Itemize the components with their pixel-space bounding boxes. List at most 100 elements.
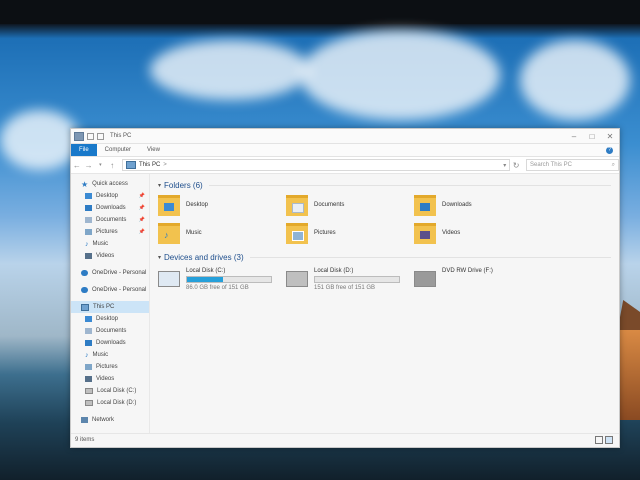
recent-chevron-icon[interactable]: ▾ — [94, 162, 106, 168]
nav-label: OneDrive - Personal — [92, 287, 147, 293]
nav-pc-local-disk-c[interactable]: Local Disk (C:) — [71, 385, 149, 397]
section-title: Folders (6) — [164, 180, 203, 190]
tab-view[interactable]: View — [139, 144, 168, 156]
nav-qa-music[interactable]: ♪ Music — [71, 238, 149, 250]
folder-icon — [286, 194, 308, 216]
nav-pc-documents[interactable]: Documents — [71, 325, 149, 337]
forward-arrow-icon[interactable]: → — [83, 161, 95, 170]
monitor-bezel — [0, 0, 640, 24]
folder-icon — [414, 194, 436, 216]
nav-label: Documents — [96, 328, 127, 334]
tab-computer[interactable]: Computer — [97, 144, 139, 156]
drive-name: Local Disk (C:) — [186, 268, 226, 274]
nav-qa-videos[interactable]: Videos — [71, 250, 149, 262]
divider — [208, 184, 611, 186]
sky-cloud — [0, 110, 80, 170]
refresh-icon[interactable]: ↻ — [510, 161, 522, 170]
drive-dvd[interactable]: DVD RW Drive (F:) — [414, 268, 542, 298]
nav-label: Music — [92, 241, 109, 247]
videos-icon — [85, 376, 92, 382]
downloads-icon — [420, 202, 430, 211]
address-row: ← → ▾ ↑ This PC > ▾ ↻ Search This PC ⌕ — [71, 157, 619, 174]
folder-music[interactable]: ♪ Music — [158, 222, 286, 244]
minimize-button[interactable]: – — [565, 132, 583, 141]
nav-pc-music[interactable]: ♪ Music — [71, 349, 149, 361]
documents-icon — [292, 202, 304, 213]
nav-qa-pictures[interactable]: Pictures 📌 — [71, 226, 149, 238]
folder-label: Desktop — [186, 202, 209, 208]
status-bar: 9 items — [71, 433, 619, 446]
folders-section-header[interactable]: ▾ Folders (6) — [158, 178, 619, 192]
drive-usage-bar — [186, 276, 272, 283]
new-folder-icon[interactable] — [97, 132, 104, 140]
folder-videos[interactable]: Videos — [414, 222, 542, 244]
tab-file[interactable]: File — [71, 144, 97, 156]
back-arrow-icon[interactable]: ← — [71, 161, 83, 170]
search-icon: ⌕ — [611, 161, 615, 168]
folder-label: Documents — [314, 202, 345, 208]
pictures-icon — [292, 230, 304, 241]
maximize-button[interactable]: □ — [583, 132, 601, 141]
folder-label: Downloads — [442, 202, 472, 208]
nav-label: Downloads — [96, 205, 126, 211]
devices-section-header[interactable]: ▾ Devices and drives (3) — [158, 250, 619, 264]
properties-icon[interactable] — [87, 132, 94, 140]
nav-label: Documents — [96, 217, 127, 223]
pin-icon: 📌 — [138, 205, 145, 211]
collapse-chevron-icon[interactable]: ▾ — [158, 254, 161, 261]
folder-pictures[interactable]: Pictures — [286, 222, 414, 244]
nav-label: Desktop — [96, 193, 119, 199]
folder-desktop[interactable]: Desktop — [158, 194, 286, 216]
help-icon[interactable]: ? — [606, 146, 613, 154]
search-box[interactable]: Search This PC ⌕ — [526, 159, 619, 171]
address-bar[interactable]: This PC > ▾ — [121, 159, 511, 171]
pin-icon: 📌 — [138, 217, 145, 223]
onedrive-icon — [81, 287, 88, 293]
nav-network[interactable]: Network — [71, 414, 149, 426]
navigation-pane: ★ Quick access Desktop 📌 Downloads 📌 Docum… — [71, 174, 150, 433]
nav-qa-desktop[interactable]: Desktop 📌 — [71, 190, 149, 202]
title-bar: This PC – □ ✕ — [71, 129, 619, 144]
nav-qa-downloads[interactable]: Downloads 📌 — [71, 202, 149, 214]
details-view-icon[interactable] — [595, 436, 603, 444]
nav-pc-pictures[interactable]: Pictures — [71, 361, 149, 373]
divider — [249, 256, 611, 258]
sky-cloud — [300, 30, 500, 120]
drive-usage-fill — [187, 277, 224, 282]
nav-label: Desktop — [96, 316, 119, 322]
folder-icon — [158, 194, 180, 216]
star-icon: ★ — [81, 179, 89, 189]
nav-onedrive-2[interactable]: OneDrive - Personal — [71, 284, 149, 296]
collapse-chevron-icon[interactable]: ▾ — [158, 182, 161, 189]
large-icons-view-icon[interactable] — [605, 436, 613, 444]
nav-qa-documents[interactable]: Documents 📌 — [71, 214, 149, 226]
address-path: This PC — [138, 162, 161, 168]
nav-label: Quick access — [92, 181, 128, 187]
pin-icon: 📌 — [138, 229, 145, 235]
pin-icon: 📌 — [138, 193, 145, 199]
folder-icon: ♪ — [158, 222, 180, 244]
nav-pc-videos[interactable]: Videos — [71, 373, 149, 385]
drive-local-disk-d[interactable]: Local Disk (D:) 151 GB free of 151 GB — [286, 268, 414, 298]
close-button[interactable]: ✕ — [601, 132, 619, 141]
folder-documents[interactable]: Documents — [286, 194, 414, 216]
folder-downloads[interactable]: Downloads — [414, 194, 542, 216]
documents-icon — [85, 328, 92, 334]
pictures-icon — [85, 364, 92, 370]
nav-onedrive-1[interactable]: OneDrive - Personal — [71, 267, 149, 279]
nav-this-pc[interactable]: This PC — [71, 301, 149, 313]
nav-quick-access[interactable]: ★ Quick access — [71, 178, 149, 190]
nav-label: This PC — [93, 304, 115, 310]
nav-label: Music — [92, 352, 109, 358]
up-arrow-icon[interactable]: ↑ — [106, 161, 118, 170]
desktop-icon — [85, 316, 92, 322]
address-dropdown-icon[interactable]: ▾ — [503, 162, 506, 169]
nav-pc-downloads[interactable]: Downloads — [71, 337, 149, 349]
pictures-icon — [85, 229, 92, 235]
music-icon: ♪ — [85, 351, 89, 359]
drive-free-space: 151 GB free of 151 GB — [314, 285, 376, 291]
this-pc-icon — [74, 131, 84, 141]
nav-pc-local-disk-d[interactable]: Local Disk (D:) — [71, 397, 149, 409]
drive-local-disk-c[interactable]: Local Disk (C:) 86.0 GB free of 151 GB — [158, 268, 286, 298]
nav-pc-desktop[interactable]: Desktop — [71, 313, 149, 325]
